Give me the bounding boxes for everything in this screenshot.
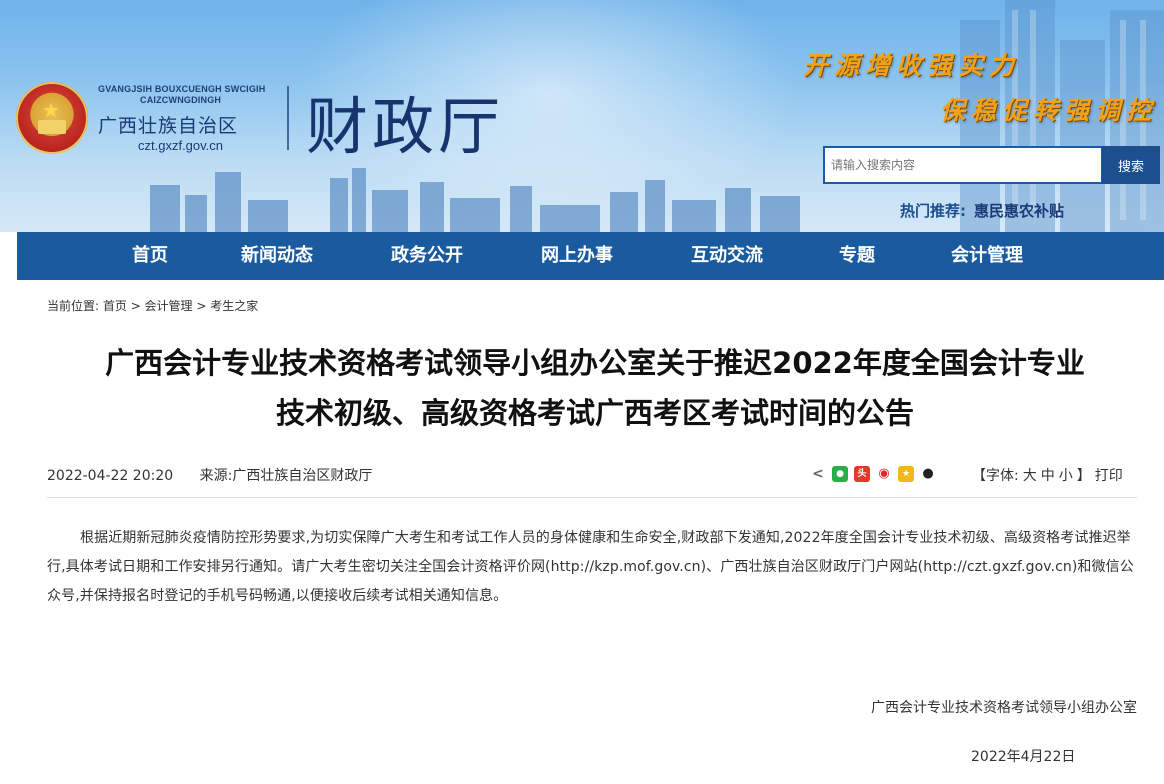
article-title-line-2: 技术初级、高级资格考试广西考区考试时间的公告	[275, 396, 914, 430]
font-size-close: 】	[1076, 468, 1091, 484]
hot-recommendation: 热门推荐: 惠民惠农补贴	[900, 200, 1064, 221]
slogan-1: 开源增收强实力	[803, 51, 1021, 80]
article-signature: 广西会计专业技术资格考试领导小组办公室	[871, 700, 1137, 716]
article-body: 根据近期新冠肺炎疫情防控形势要求,为切实保障广大考生和考试工作人员的身体健康和生…	[47, 530, 1134, 604]
region-name: 广西壮族自治区	[98, 115, 239, 137]
article-datetime: 2022-04-22 20:20	[47, 468, 174, 484]
search-box	[823, 146, 1107, 184]
header-divider	[287, 86, 289, 150]
nav-item-topics[interactable]: 专题	[823, 232, 891, 280]
site-header: ★ GVANGJSIH BOUXCUENGH SWCIGIH CAIZCWNGD…	[0, 0, 1164, 232]
nav-item-government-affairs[interactable]: 政务公开	[373, 232, 481, 280]
nav-item-news[interactable]: 新闻动态	[223, 232, 331, 280]
article-meta: 2022-04-22 20:20 来源:广西壮族自治区财政厅	[47, 465, 372, 485]
share-icon[interactable]: <	[810, 466, 826, 482]
font-small-button[interactable]: 小	[1059, 468, 1073, 484]
site-domain: czt.gxzf.gov.cn	[138, 138, 224, 153]
qq-icon[interactable]: ●	[920, 466, 936, 482]
search-button[interactable]: 搜索	[1102, 146, 1160, 184]
hot-link[interactable]: 惠民惠农补贴	[974, 202, 1064, 220]
hot-label: 热门推荐:	[900, 202, 966, 220]
zhuang-name: GVANGJSIH BOUXCUENGH SWCIGIH CAIZCWNGDIN…	[98, 84, 265, 106]
font-medium-button[interactable]: 中	[1041, 468, 1055, 484]
main-nav: 首页 新闻动态 政务公开 网上办事 互动交流 专题 会计管理	[17, 232, 1164, 280]
search-input[interactable]	[825, 148, 1107, 182]
nav-item-interaction[interactable]: 互动交流	[673, 232, 781, 280]
print-button[interactable]: 打印	[1095, 468, 1123, 484]
nav-item-home[interactable]: 首页	[110, 232, 190, 280]
toutiao-icon[interactable]: 头	[854, 466, 870, 482]
font-large-button[interactable]: 大	[1023, 468, 1037, 484]
slogan-2: 保稳促转强调控	[940, 96, 1158, 125]
zhuang-line-1: GVANGJSIH BOUXCUENGH SWCIGIH	[98, 84, 266, 94]
department-title: 财政厅	[306, 90, 505, 163]
article-title-line-1: 广西会计专业技术资格考试领导小组办公室关于推迟2022年度全国会计专业	[105, 346, 1085, 380]
breadcrumb-path[interactable]: 首页 > 会计管理 > 考生之家	[103, 299, 258, 313]
article-source: 来源:广西壮族自治区财政厅	[199, 468, 373, 484]
star-icon: ★	[42, 98, 60, 122]
article-title: 广西会计专业技术资格考试领导小组办公室关于推迟2022年度全国会计专业 技术初级…	[30, 338, 1160, 438]
national-emblem-icon: ★	[16, 82, 88, 154]
font-size-control: 【字体: 大中小】打印	[970, 465, 1125, 485]
article-date: 2022年4月22日	[971, 749, 1076, 765]
nav-item-online-services[interactable]: 网上办事	[523, 232, 631, 280]
font-size-label: 【字体:	[972, 468, 1019, 484]
weibo-icon[interactable]: ◉	[876, 466, 892, 482]
nav-item-accounting[interactable]: 会计管理	[933, 232, 1041, 280]
breadcrumb-label: 当前位置:	[47, 299, 100, 313]
gate-icon	[38, 120, 66, 134]
meta-divider	[47, 497, 1137, 498]
qzone-icon[interactable]: ★	[898, 466, 914, 482]
breadcrumb: 当前位置: 首页 > 会计管理 > 考生之家	[47, 297, 258, 314]
wechat-icon[interactable]: ●	[832, 466, 848, 482]
zhuang-line-2: CAIZCWNGDINGH	[140, 95, 222, 105]
